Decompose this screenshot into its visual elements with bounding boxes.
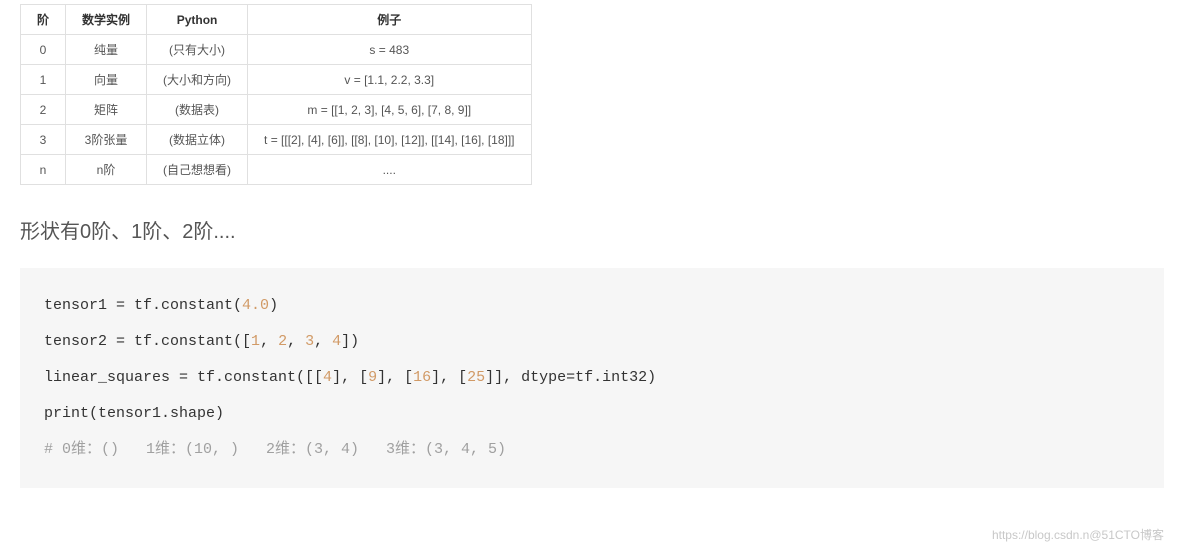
- cell-example: m = [[1, 2, 3], [4, 5, 6], [7, 8, 9]]: [248, 95, 531, 125]
- cell-rank: n: [21, 155, 66, 185]
- col-header-example: 例子: [248, 5, 531, 35]
- table-header-row: 阶 数学实例 Python 例子: [21, 5, 532, 35]
- document-body: 阶 数学实例 Python 例子 0 纯量 (只有大小) s = 483 1 向…: [0, 4, 1184, 488]
- tensor-rank-table: 阶 数学实例 Python 例子 0 纯量 (只有大小) s = 483 1 向…: [20, 4, 532, 185]
- cell-math: 矩阵: [66, 95, 147, 125]
- col-header-math: 数学实例: [66, 5, 147, 35]
- cell-python: (数据立体): [147, 125, 248, 155]
- col-header-rank: 阶: [21, 5, 66, 35]
- cell-rank: 1: [21, 65, 66, 95]
- number-literal: 3: [305, 333, 314, 350]
- cell-example: t = [[[2], [4], [6]], [[8], [10], [12]],…: [248, 125, 531, 155]
- col-header-python: Python: [147, 5, 248, 35]
- cell-rank: 2: [21, 95, 66, 125]
- cell-math: n阶: [66, 155, 147, 185]
- cell-rank: 3: [21, 125, 66, 155]
- table-row: n n阶 (自己想想看) ....: [21, 155, 532, 185]
- code-line-4: print(tensor1.shape): [44, 405, 224, 422]
- number-literal: 16: [413, 369, 431, 386]
- number-literal: 4: [323, 369, 332, 386]
- cell-example: v = [1.1, 2.2, 3.3]: [248, 65, 531, 95]
- cell-math: 3阶张量: [66, 125, 147, 155]
- cell-math: 纯量: [66, 35, 147, 65]
- section-heading: 形状有0阶、1阶、2阶....: [20, 215, 1164, 244]
- number-literal: 1: [251, 333, 260, 350]
- number-literal: 4.0: [242, 297, 269, 314]
- number-literal: 2: [278, 333, 287, 350]
- code-line-1: tensor1 = tf.constant(4.0): [44, 297, 278, 314]
- code-block: tensor1 = tf.constant(4.0) tensor2 = tf.…: [20, 268, 1164, 488]
- code-line-2: tensor2 = tf.constant([1, 2, 3, 4]): [44, 333, 359, 350]
- code-line-3: linear_squares = tf.constant([[4], [9], …: [44, 369, 656, 386]
- cell-python: (自己想想看): [147, 155, 248, 185]
- cell-python: (大小和方向): [147, 65, 248, 95]
- cell-rank: 0: [21, 35, 66, 65]
- number-literal: 4: [332, 333, 341, 350]
- watermark-text: https://blog.csdn.n@51CTO博客: [992, 526, 1164, 543]
- cell-math: 向量: [66, 65, 147, 95]
- cell-python: (只有大小): [147, 35, 248, 65]
- table-row: 3 3阶张量 (数据立体) t = [[[2], [4], [6]], [[8]…: [21, 125, 532, 155]
- table-row: 0 纯量 (只有大小) s = 483: [21, 35, 532, 65]
- table-row: 2 矩阵 (数据表) m = [[1, 2, 3], [4, 5, 6], [7…: [21, 95, 532, 125]
- cell-example: s = 483: [248, 35, 531, 65]
- code-comment: # 0维：() 1维：(10, ) 2维：(3, 4) 3维：(3, 4, 5): [44, 441, 506, 458]
- table-row: 1 向量 (大小和方向) v = [1.1, 2.2, 3.3]: [21, 65, 532, 95]
- number-literal: 25: [467, 369, 485, 386]
- cell-example: ....: [248, 155, 531, 185]
- number-literal: 9: [368, 369, 377, 386]
- cell-python: (数据表): [147, 95, 248, 125]
